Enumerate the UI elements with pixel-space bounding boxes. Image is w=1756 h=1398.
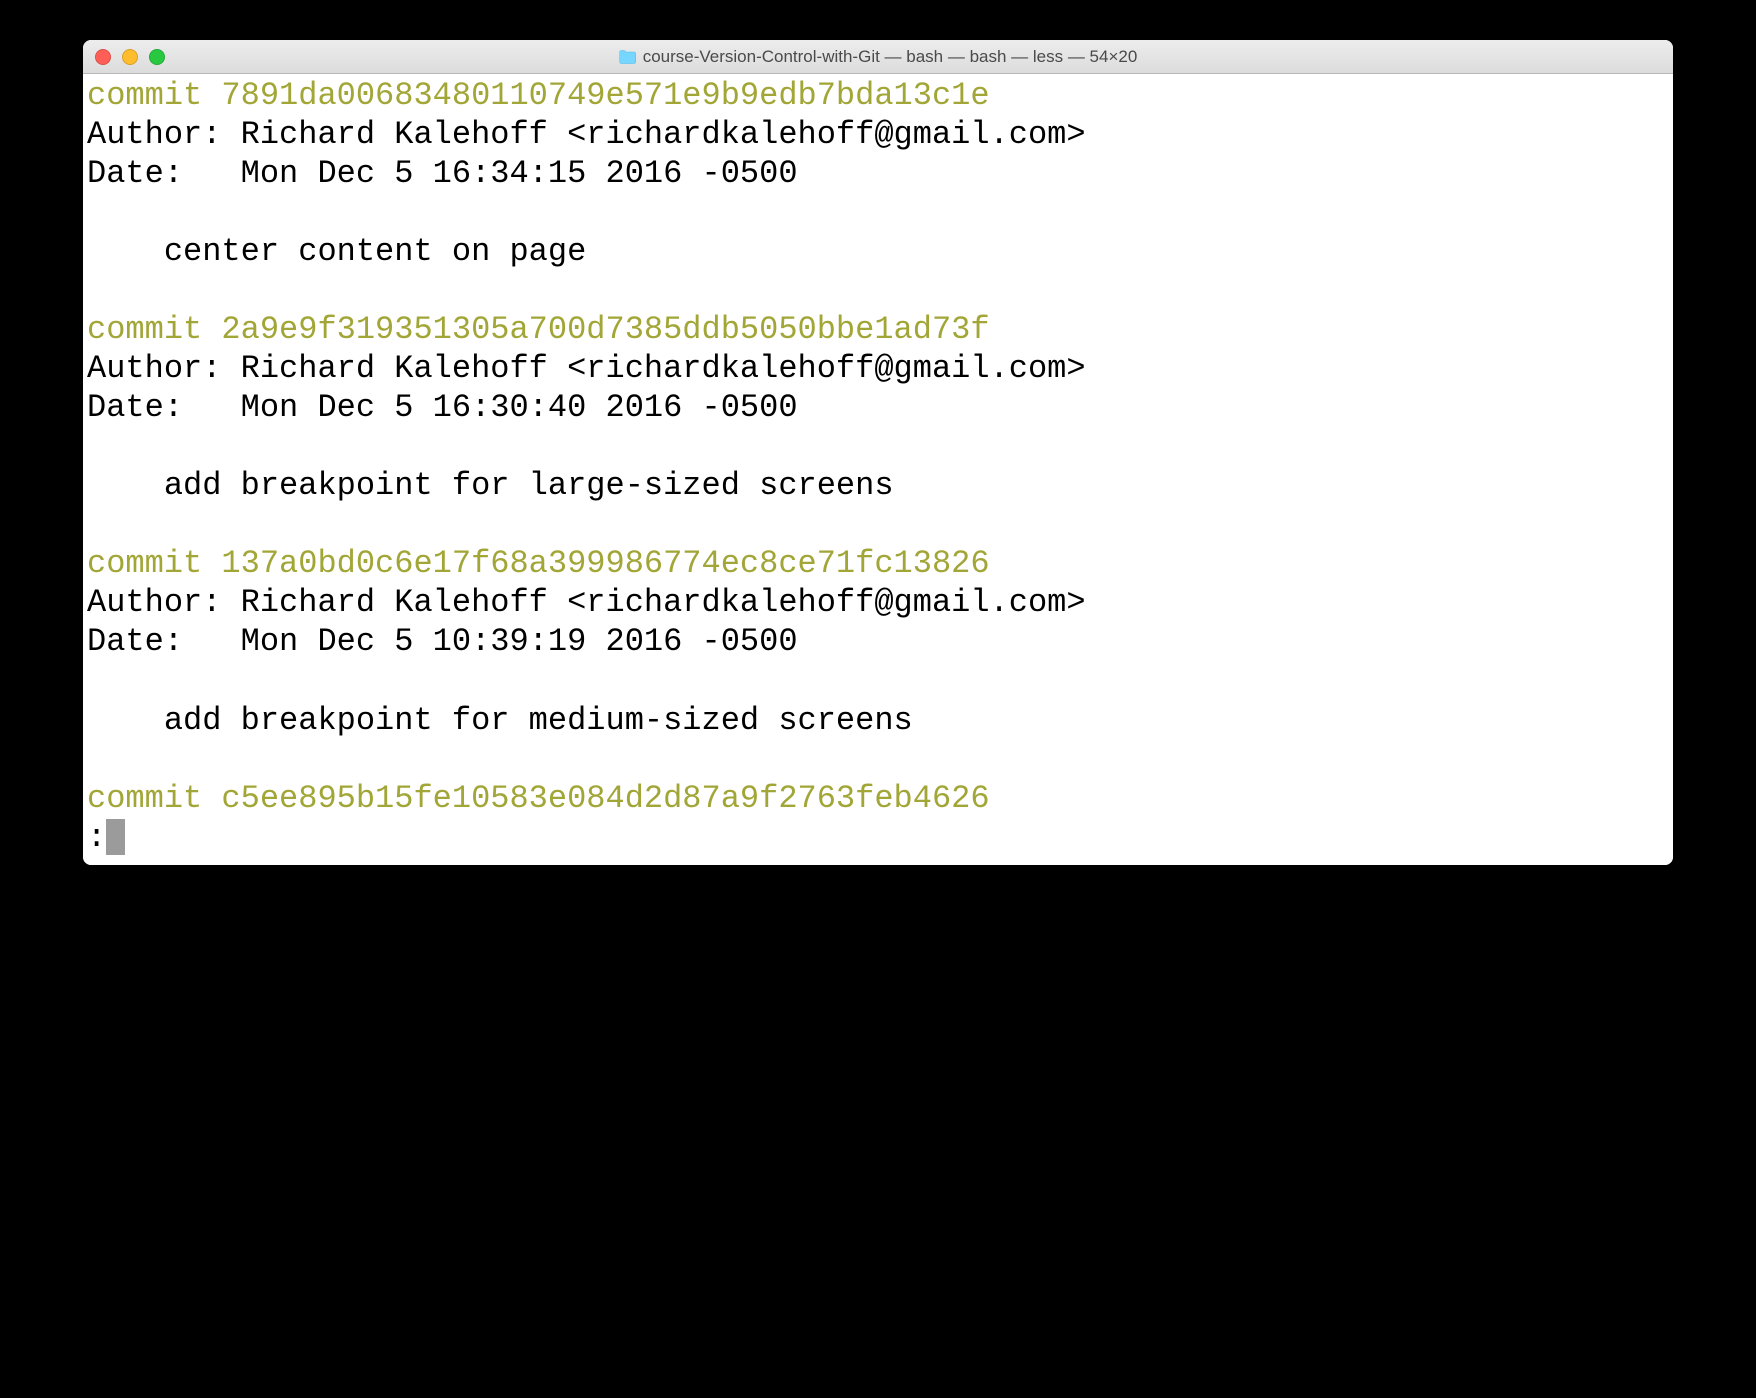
window-traffic-lights xyxy=(95,49,165,65)
commit-message: add breakpoint for large-sized screens xyxy=(87,466,1669,505)
blank-line xyxy=(87,427,1669,466)
cursor-icon xyxy=(106,819,125,855)
blank-line xyxy=(87,271,1669,310)
blank-line xyxy=(87,740,1669,779)
window-title: course-Version-Control-with-Git — bash —… xyxy=(619,47,1138,67)
commit-hash-line: commit 2a9e9f319351305a700d7385ddb5050bb… xyxy=(87,310,1669,349)
commit-date-line: Date: Mon Dec 5 16:30:40 2016 -0500 xyxy=(87,388,1669,427)
commit-hash-line: commit c5ee895b15fe10583e084d2d87a9f2763… xyxy=(87,779,1669,818)
window-titlebar: course-Version-Control-with-Git — bash —… xyxy=(83,40,1673,74)
less-prompt[interactable]: : xyxy=(87,818,1669,857)
commit-author-line: Author: Richard Kalehoff <richardkalehof… xyxy=(87,349,1669,388)
blank-line xyxy=(87,193,1669,232)
folder-icon xyxy=(619,50,637,64)
minimize-icon[interactable] xyxy=(122,49,138,65)
blank-line xyxy=(87,505,1669,544)
close-icon[interactable] xyxy=(95,49,111,65)
less-prompt-char: : xyxy=(87,818,106,857)
blank-line xyxy=(87,661,1669,700)
terminal-output[interactable]: commit 7891da00683480110749e571e9b9edb7b… xyxy=(83,74,1673,865)
commit-hash-line: commit 137a0bd0c6e17f68a399986774ec8ce71… xyxy=(87,544,1669,583)
commit-author-line: Author: Richard Kalehoff <richardkalehof… xyxy=(87,115,1669,154)
maximize-icon[interactable] xyxy=(149,49,165,65)
commit-author-line: Author: Richard Kalehoff <richardkalehof… xyxy=(87,583,1669,622)
commit-hash-line: commit 7891da00683480110749e571e9b9edb7b… xyxy=(87,76,1669,115)
commit-date-line: Date: Mon Dec 5 16:34:15 2016 -0500 xyxy=(87,154,1669,193)
window-title-text: course-Version-Control-with-Git — bash —… xyxy=(643,47,1138,67)
commit-message: add breakpoint for medium-sized screens xyxy=(87,701,1669,740)
commit-message: center content on page xyxy=(87,232,1669,271)
commit-date-line: Date: Mon Dec 5 10:39:19 2016 -0500 xyxy=(87,622,1669,661)
terminal-window: course-Version-Control-with-Git — bash —… xyxy=(83,40,1673,865)
